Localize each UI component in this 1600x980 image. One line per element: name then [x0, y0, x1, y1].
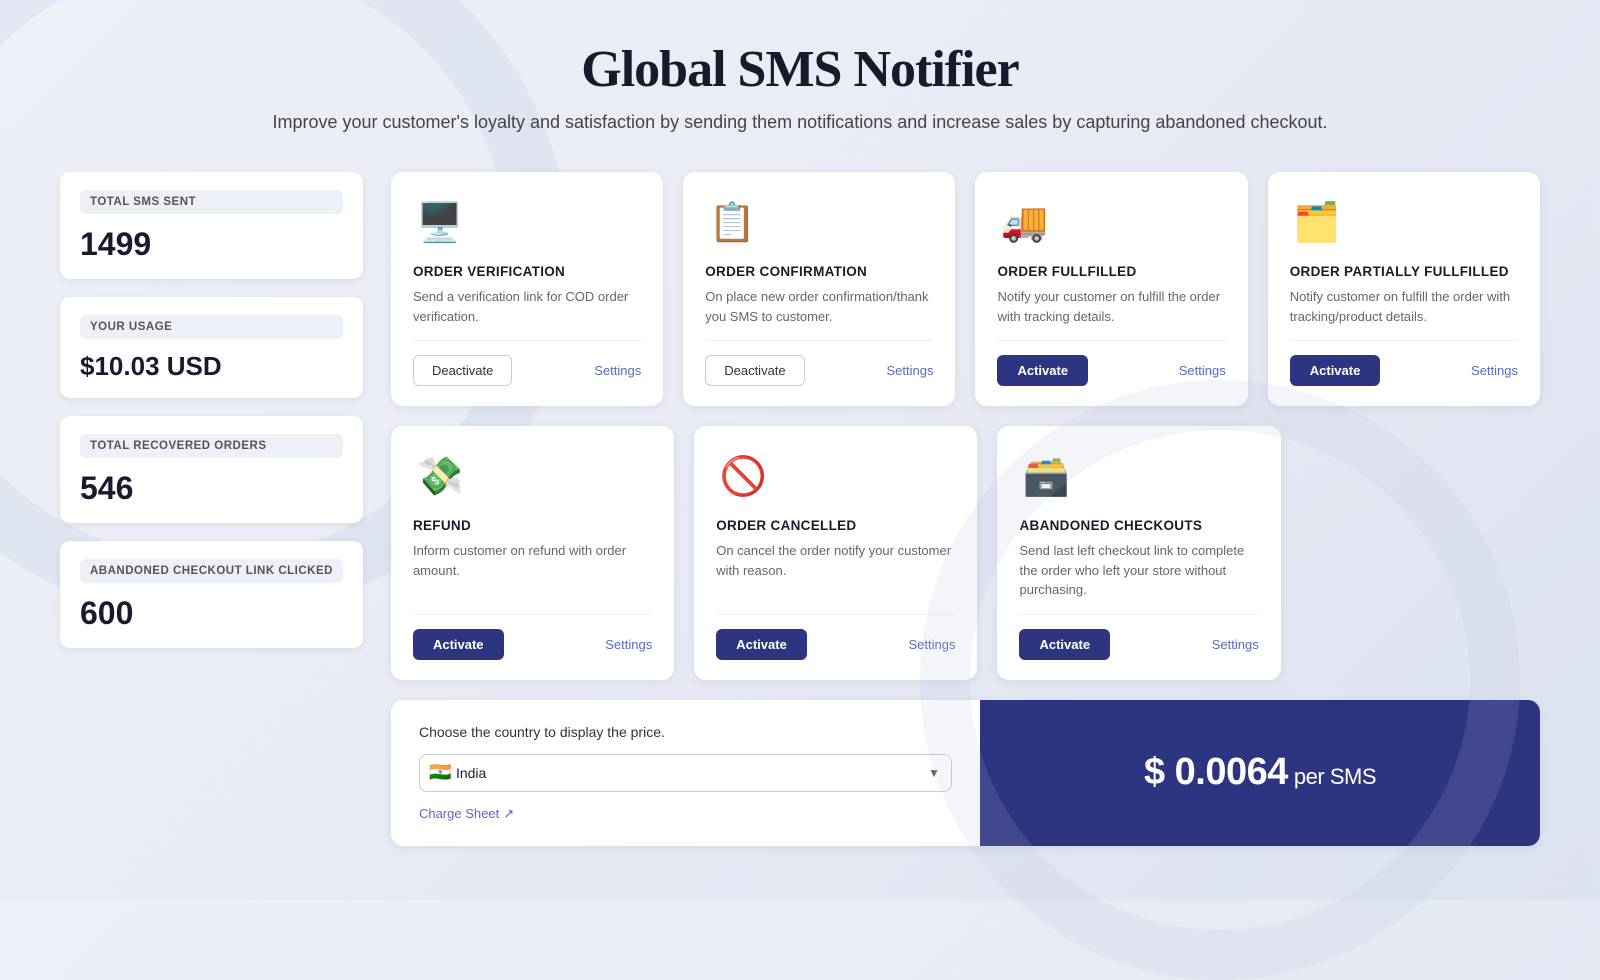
card-title-refund: REFUND — [413, 518, 652, 533]
card-order-verification: 🖥️ ORDER VERIFICATION Send a verificatio… — [391, 172, 663, 406]
settings-order-cancelled-link[interactable]: Settings — [909, 637, 956, 652]
card-actions-abandoned-checkouts: Activate Settings — [1019, 629, 1258, 660]
country-select-input[interactable]: India United States United Kingdom Austr… — [419, 754, 952, 792]
card-refund: 💸 REFUND Inform customer on refund with … — [391, 426, 674, 680]
activate-order-fulfilled-button[interactable]: Activate — [997, 355, 1088, 386]
stat-label-abandoned-link: ABANDONED CHECKOUT LINK CLICKED — [80, 559, 343, 583]
card-abandoned-checkouts: 🗃️ ABANDONED CHECKOUTS Send last left ch… — [997, 426, 1280, 680]
card-actions-order-fulfilled: Activate Settings — [997, 355, 1225, 386]
card-desc-order-fulfilled: Notify your customer on fulfill the orde… — [997, 287, 1225, 326]
stat-label-recovered: TOTAL RECOVERED ORDERS — [80, 434, 343, 458]
settings-refund-link[interactable]: Settings — [605, 637, 652, 652]
activate-order-partially-fulfilled-button[interactable]: Activate — [1290, 355, 1381, 386]
card-order-confirmation: 📋 ORDER CONFIRMATION On place new order … — [683, 172, 955, 406]
settings-abandoned-checkouts-link[interactable]: Settings — [1212, 637, 1259, 652]
external-link-icon: ↗ — [503, 806, 514, 822]
per-sms-label: per SMS — [1294, 764, 1376, 789]
india-flag-icon: 🇮🇳 — [429, 762, 451, 783]
country-selector: Choose the country to display the price.… — [391, 700, 980, 846]
settings-order-verification-link[interactable]: Settings — [594, 363, 641, 378]
card-actions-order-cancelled: Activate Settings — [716, 629, 955, 660]
main-layout: TOTAL SMS SENT 1499 YOUR USAGE $10.03 US… — [60, 172, 1540, 846]
stat-card-your-usage: YOUR USAGE $10.03 USD — [60, 297, 363, 398]
card-desc-refund: Inform customer on refund with order amo… — [413, 541, 652, 600]
card-title-order-partially-fulfilled: ORDER PARTIALLY FULLFILLED — [1290, 264, 1518, 279]
card-title-order-confirmation: ORDER CONFIRMATION — [705, 264, 933, 279]
stat-card-recovered-orders: TOTAL RECOVERED ORDERS 546 — [60, 416, 363, 523]
stat-value-total-sms: 1499 — [80, 226, 151, 262]
country-label: Choose the country to display the price. — [419, 724, 952, 740]
order-confirmation-icon: 📋 — [705, 196, 759, 250]
activate-refund-button[interactable]: Activate — [413, 629, 504, 660]
pricing-display: $ 0.0064per SMS — [980, 700, 1540, 846]
bottom-section: Choose the country to display the price.… — [391, 700, 1540, 846]
card-title-order-fulfilled: ORDER FULLFILLED — [997, 264, 1225, 279]
cards-row-1: 🖥️ ORDER VERIFICATION Send a verificatio… — [391, 172, 1540, 406]
card-desc-order-cancelled: On cancel the order notify your customer… — [716, 541, 955, 600]
card-desc-order-confirmation: On place new order confirmation/thank yo… — [705, 287, 933, 326]
country-select-wrapper: 🇮🇳 India United States United Kingdom Au… — [419, 754, 952, 792]
activate-abandoned-checkouts-button[interactable]: Activate — [1019, 629, 1110, 660]
card-desc-order-partially-fulfilled: Notify customer on fulfill the order wit… — [1290, 287, 1518, 326]
activate-order-cancelled-button[interactable]: Activate — [716, 629, 807, 660]
abandoned-checkouts-icon: 🗃️ — [1019, 450, 1073, 504]
card-actions-order-verification: Deactivate Settings — [413, 355, 641, 386]
order-verification-icon: 🖥️ — [413, 196, 467, 250]
charge-sheet-link[interactable]: Charge Sheet ↗ — [419, 806, 952, 822]
deactivate-order-confirmation-button[interactable]: Deactivate — [705, 355, 804, 386]
card-title-order-cancelled: ORDER CANCELLED — [716, 518, 955, 533]
card-actions-refund: Activate Settings — [413, 629, 652, 660]
card-actions-order-confirmation: Deactivate Settings — [705, 355, 933, 386]
content-area: 🖥️ ORDER VERIFICATION Send a verificatio… — [391, 172, 1540, 846]
card-order-partially-fulfilled: 🗂️ ORDER PARTIALLY FULLFILLED Notify cus… — [1268, 172, 1540, 406]
card-order-fulfilled: 🚚 ORDER FULLFILLED Notify your customer … — [975, 172, 1247, 406]
card-title-order-verification: ORDER VERIFICATION — [413, 264, 641, 279]
stat-card-abandoned-link: ABANDONED CHECKOUT LINK CLICKED 600 — [60, 541, 363, 648]
stat-label-usage: YOUR USAGE — [80, 315, 343, 339]
settings-order-partially-fulfilled-link[interactable]: Settings — [1471, 363, 1518, 378]
settings-order-fulfilled-link[interactable]: Settings — [1179, 363, 1226, 378]
stat-value-abandoned-link: 600 — [80, 595, 133, 631]
page-subtitle: Improve your customer's loyalty and sati… — [60, 109, 1540, 136]
stat-value-recovered: 546 — [80, 470, 133, 506]
stat-value-usage: $10.03 USD — [80, 351, 222, 381]
card-order-cancelled: 🚫 ORDER CANCELLED On cancel the order no… — [694, 426, 977, 680]
sidebar-stats: TOTAL SMS SENT 1499 YOUR USAGE $10.03 US… — [60, 172, 363, 648]
order-partial-icon: 🗂️ — [1290, 196, 1344, 250]
refund-icon: 💸 — [413, 450, 467, 504]
order-cancelled-icon: 🚫 — [716, 450, 770, 504]
price-value: $ 0.0064 — [1144, 751, 1288, 793]
stat-card-total-sms-sent: TOTAL SMS SENT 1499 — [60, 172, 363, 279]
page-title: Global SMS Notifier — [60, 40, 1540, 99]
empty-slot — [1301, 426, 1540, 680]
pricing-text: $ 0.0064per SMS — [1144, 751, 1376, 794]
page-header: Global SMS Notifier Improve your custome… — [60, 40, 1540, 136]
card-actions-order-partially-fulfilled: Activate Settings — [1290, 355, 1518, 386]
stat-label-total-sms: TOTAL SMS SENT — [80, 190, 343, 214]
charge-sheet-label: Charge Sheet — [419, 806, 499, 821]
card-title-abandoned-checkouts: ABANDONED CHECKOUTS — [1019, 518, 1258, 533]
settings-order-confirmation-link[interactable]: Settings — [887, 363, 934, 378]
order-fulfilled-icon: 🚚 — [997, 196, 1051, 250]
cards-row-2: 💸 REFUND Inform customer on refund with … — [391, 426, 1540, 680]
deactivate-order-verification-button[interactable]: Deactivate — [413, 355, 512, 386]
card-desc-order-verification: Send a verification link for COD order v… — [413, 287, 641, 326]
card-desc-abandoned-checkouts: Send last left checkout link to complete… — [1019, 541, 1258, 600]
